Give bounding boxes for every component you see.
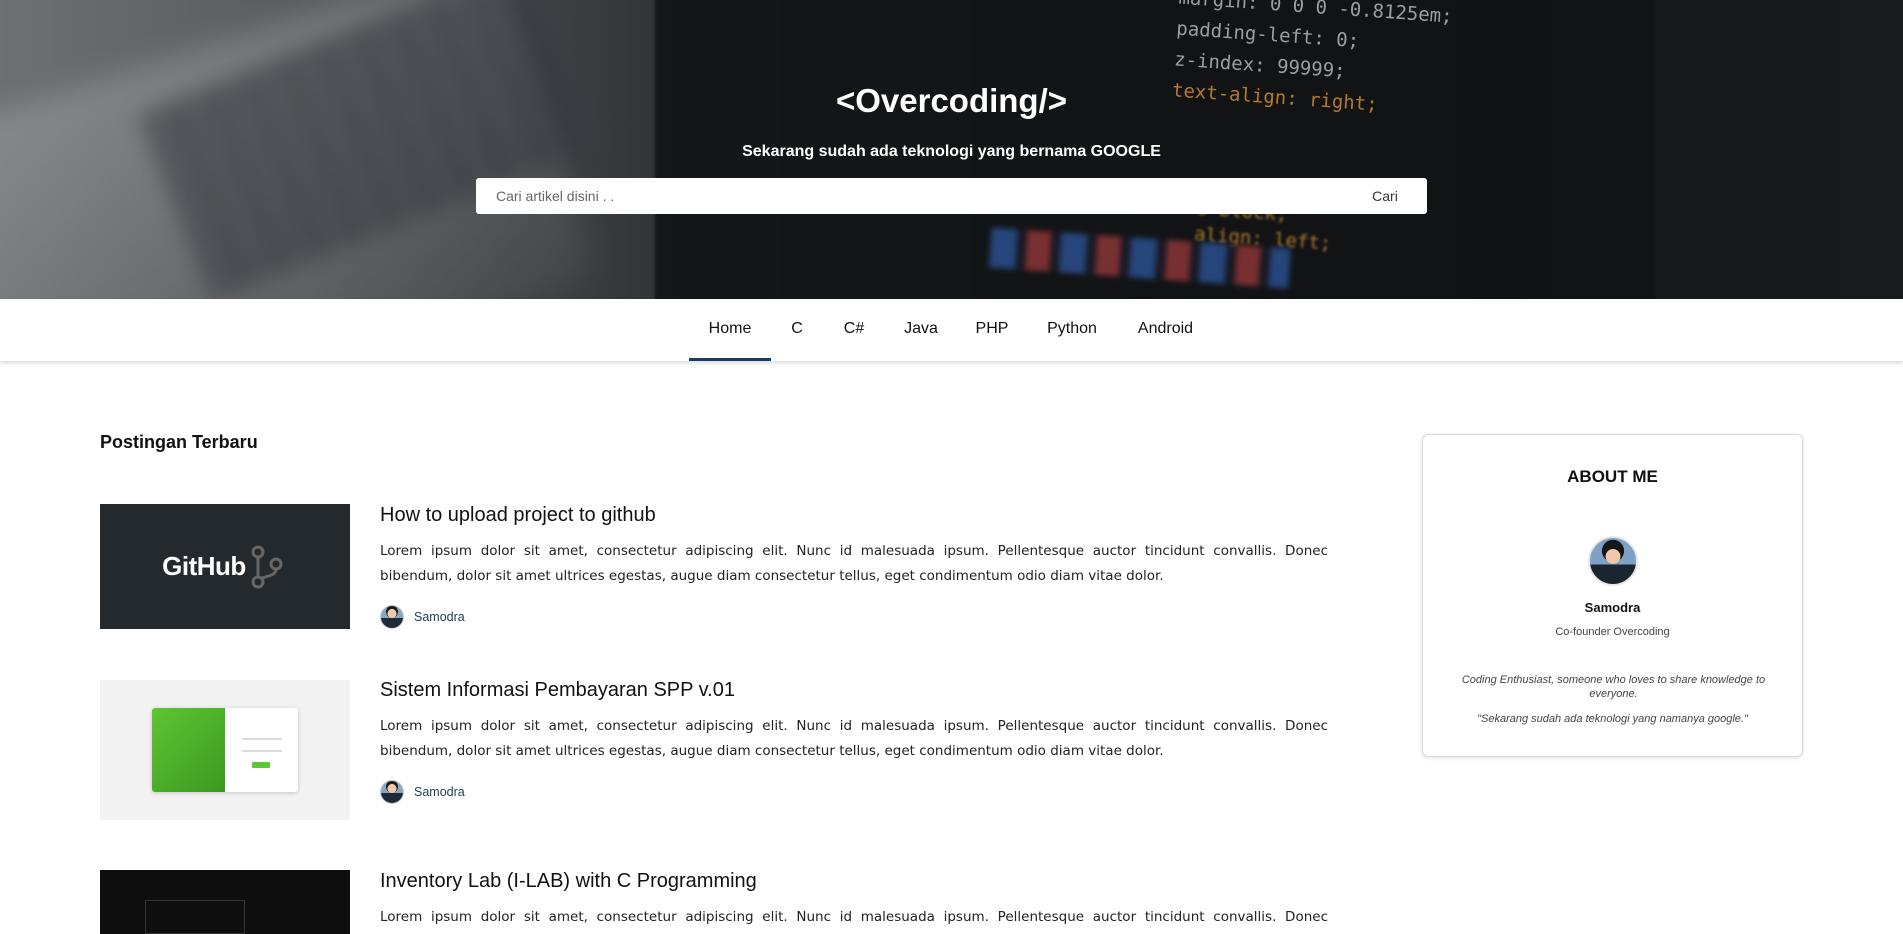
author-avatar (380, 605, 404, 629)
search-input[interactable] (476, 178, 1343, 214)
post-title[interactable]: How to upload project to github (380, 504, 656, 527)
app-screenshot-field (242, 738, 282, 740)
about-title: ABOUT ME (1567, 467, 1658, 486)
nav-item-java[interactable]: Java (896, 299, 946, 361)
author-name: Samodra (414, 785, 465, 799)
nav-item-android[interactable]: Android (1127, 299, 1204, 361)
author-avatar (380, 780, 404, 804)
github-logo-text: GitHub (162, 551, 246, 581)
app-screenshot-button (252, 762, 270, 768)
nav-item-csharp[interactable]: C# (834, 299, 874, 361)
app-screenshot-banner (152, 708, 225, 792)
search-bar: Cari (476, 178, 1427, 214)
nav-item-python[interactable]: Python (1038, 299, 1106, 361)
profile-bio: Coding Enthusiast, someone who loves to … (1461, 674, 1766, 700)
profile-quote: "Sekarang sudah ada teknologi yang naman… (1477, 713, 1748, 725)
post-thumbnail[interactable]: GitHub (100, 504, 350, 629)
post-title[interactable]: Sistem Informasi Pembayaran SPP v.01 (380, 679, 735, 702)
post-title[interactable]: Inventory Lab (I-LAB) with C Programming (380, 870, 757, 893)
author-name: Samodra (414, 610, 465, 624)
post-author[interactable]: Samodra (380, 605, 465, 629)
profile-role: Co-founder Overcoding (1555, 626, 1670, 638)
about-me-card: ABOUT ME Samodra Co-founder Overcoding C… (1422, 434, 1803, 757)
profile-avatar (1588, 536, 1638, 586)
post-author[interactable]: Samodra (380, 780, 465, 804)
post-thumbnail[interactable] (100, 680, 350, 820)
post-excerpt: Lorem ipsum dolor sit amet, consectetur … (380, 543, 1328, 584)
app-screenshot (152, 708, 298, 792)
section-title: Postingan Terbaru (100, 432, 258, 452)
site-tagline: Sekarang sudah ada teknologi yang bernam… (742, 143, 1161, 160)
nav-item-c[interactable]: C (780, 299, 814, 361)
app-screenshot-field (242, 750, 282, 752)
post-excerpt: Lorem ipsum dolor sit amet, consectetur … (380, 909, 1328, 925)
site-title: <Overcoding/> (835, 82, 1068, 119)
post-excerpt: Lorem ipsum dolor sit amet, consectetur … (380, 718, 1328, 759)
category-nav: Home C C# Java PHP Python Android (0, 299, 1903, 361)
profile-name: Samodra (1584, 600, 1641, 615)
post-thumbnail[interactable] (100, 870, 350, 934)
git-branch-icon (251, 545, 283, 588)
search-button[interactable]: Cari (1343, 178, 1427, 214)
nav-item-home[interactable]: Home (689, 299, 771, 361)
app-screenshot (145, 900, 245, 934)
nav-item-php[interactable]: PHP (968, 299, 1016, 361)
hero-banner: margin: 0 0 0 -0.8125em; padding-left: 0… (0, 0, 1903, 299)
